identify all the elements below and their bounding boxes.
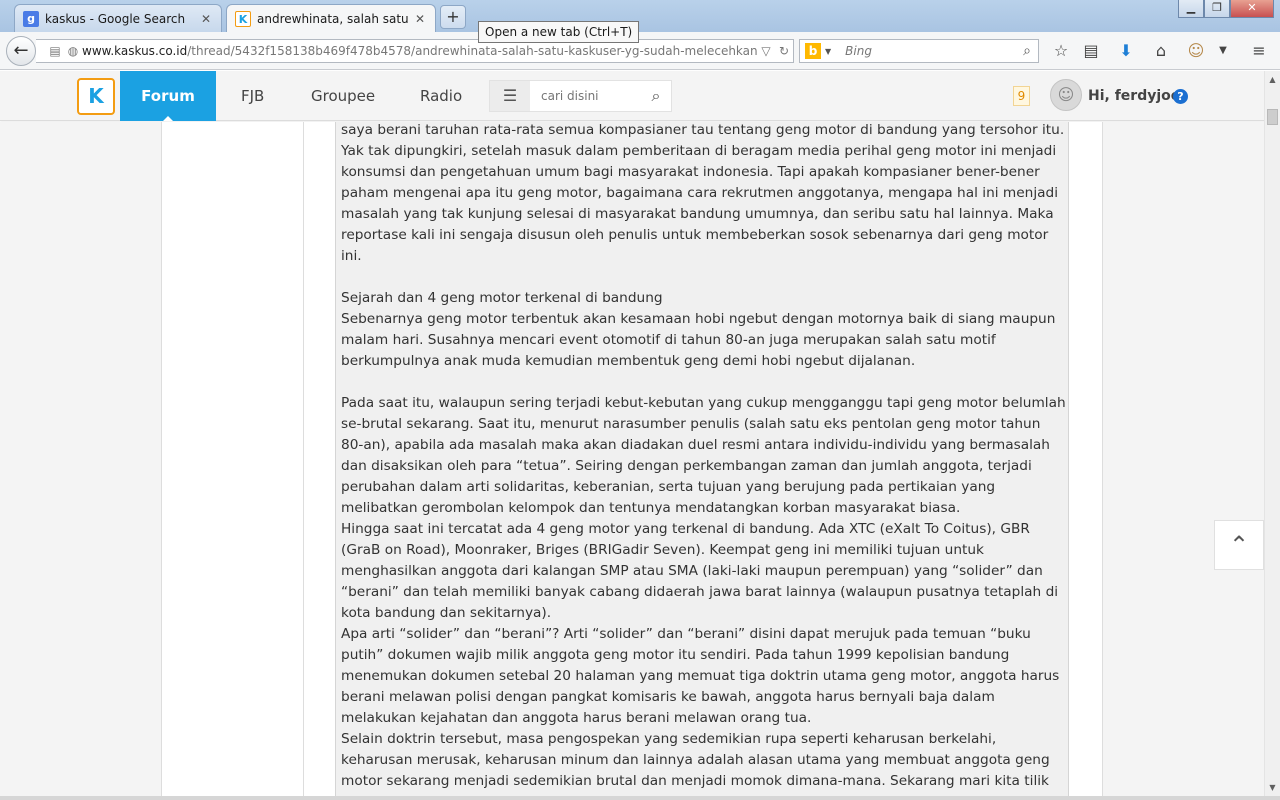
- new-tab-tooltip: Open a new tab (Ctrl+T): [478, 21, 640, 43]
- browser-tab-strip: g kaskus - Google Search ✕ K andrewhinat…: [0, 0, 1280, 33]
- post-body: saya berani taruhan rata-rata semua komp…: [341, 122, 1067, 796]
- help-icon[interactable]: ?: [1173, 89, 1188, 104]
- url-path: /thread/5432f158138b469f478b4578/andrewh…: [187, 44, 757, 58]
- scroll-down-icon[interactable]: ▼: [1265, 779, 1280, 796]
- tab-title: kaskus - Google Search: [45, 11, 186, 26]
- google-g-icon: g: [23, 10, 39, 27]
- page-scrollbar[interactable]: ▲ ▼: [1264, 71, 1280, 796]
- browser-tab-kaskus[interactable]: K andrewhinata, salah satu k... ✕: [226, 4, 436, 33]
- notification-badge[interactable]: 9: [1013, 86, 1030, 106]
- close-tab-icon[interactable]: ✕: [413, 12, 427, 26]
- tab-title: andrewhinata, salah satu k...: [257, 12, 413, 26]
- sidebar-icon[interactable]: ▤: [46, 44, 64, 58]
- new-tab-button[interactable]: +: [440, 5, 466, 29]
- nav-forum[interactable]: Forum: [120, 71, 216, 121]
- browser-tab-google[interactable]: g kaskus - Google Search ✕: [14, 4, 222, 32]
- engine-dropdown-icon[interactable]: ▼: [825, 47, 831, 56]
- post-paragraph: saya berani taruhan rata-rata semua komp…: [341, 122, 1065, 264]
- url-host: www.kaskus.co.id: [82, 44, 188, 58]
- chevron-up-icon: ⌃: [1228, 531, 1250, 559]
- search-icon[interactable]: ⌕: [1016, 43, 1038, 59]
- window-controls: ▁ ❐ ✕: [1178, 0, 1274, 18]
- menu-hamburger-icon[interactable]: ≡: [1248, 40, 1270, 62]
- bookmark-star-icon[interactable]: ☆: [1050, 40, 1072, 62]
- list-icon[interactable]: ☰: [490, 81, 530, 111]
- globe-icon: ◍: [67, 44, 79, 58]
- window-close-icon[interactable]: ✕: [1230, 0, 1274, 18]
- search-placeholder: Bing: [845, 44, 872, 58]
- scroll-to-top-button[interactable]: ⌃: [1214, 520, 1264, 570]
- post-paragraph: Selain doktrin tersebut, masa pengospeka…: [341, 731, 1050, 796]
- post-paragraph: Hingga saat ini tercatat ada 4 geng moto…: [341, 521, 1059, 621]
- close-tab-icon[interactable]: ✕: [199, 12, 213, 26]
- search-icon[interactable]: ⌕: [641, 86, 671, 106]
- post-heading: Sejarah dan 4 geng motor terkenal di ban…: [341, 290, 663, 306]
- user-greeting[interactable]: Hi, ferdyjoe: [1088, 71, 1180, 121]
- nav-groupee[interactable]: Groupee: [311, 71, 375, 121]
- nav-radio[interactable]: Radio: [420, 71, 462, 121]
- addon-icon[interactable]: ☺: [1185, 40, 1207, 62]
- kaskus-icon: K: [235, 11, 251, 27]
- avatar[interactable]: ☺: [1050, 79, 1082, 111]
- site-search: ☰ ⌕: [489, 80, 672, 112]
- minimize-icon[interactable]: ▁: [1178, 0, 1204, 18]
- site-header: K Forum FJB Groupee Radio ☰ ⌕ 9 ☺ Hi, fe…: [0, 71, 1280, 121]
- post-author-column: [161, 122, 303, 796]
- home-icon[interactable]: ⌂: [1150, 40, 1172, 62]
- post-paragraph: Pada saat itu, walaupun sering terjadi k…: [341, 395, 1066, 516]
- status-bar: [0, 796, 1280, 800]
- download-icon[interactable]: ⬇: [1115, 40, 1137, 62]
- search-bar[interactable]: b ▼ Bing ⌕: [799, 39, 1039, 63]
- bing-icon[interactable]: b: [805, 43, 821, 59]
- kaskus-logo[interactable]: K: [77, 78, 115, 115]
- addon-dropdown-icon[interactable]: ▼: [1212, 40, 1234, 62]
- site-search-input[interactable]: [530, 89, 641, 103]
- url-bar[interactable]: ▤ ◍ www.kaskus.co.id/thread/5432f158138b…: [36, 39, 794, 63]
- dropdown-arrow-icon[interactable]: ▽: [757, 44, 775, 58]
- reading-list-icon[interactable]: ▤: [1080, 40, 1102, 62]
- restore-icon[interactable]: ❐: [1204, 0, 1230, 18]
- back-arrow-icon[interactable]: ←: [6, 36, 36, 66]
- post-paragraph: Apa arti “solider” dan “berani”? Arti “s…: [341, 626, 1060, 726]
- url-text[interactable]: www.kaskus.co.id/thread/5432f158138b469f…: [82, 44, 757, 58]
- scroll-up-icon[interactable]: ▲: [1265, 71, 1280, 88]
- page-content: saya berani taruhan rata-rata semua komp…: [0, 122, 1264, 796]
- reload-icon[interactable]: ↻: [775, 44, 793, 58]
- nav-fjb[interactable]: FJB: [241, 71, 264, 121]
- scrollbar-thumb[interactable]: [1267, 109, 1278, 125]
- post-paragraph: Sebenarnya geng motor terbentuk akan kes…: [341, 311, 1056, 369]
- browser-nav-bar: ← ▤ ◍ www.kaskus.co.id/thread/5432f15813…: [0, 32, 1280, 70]
